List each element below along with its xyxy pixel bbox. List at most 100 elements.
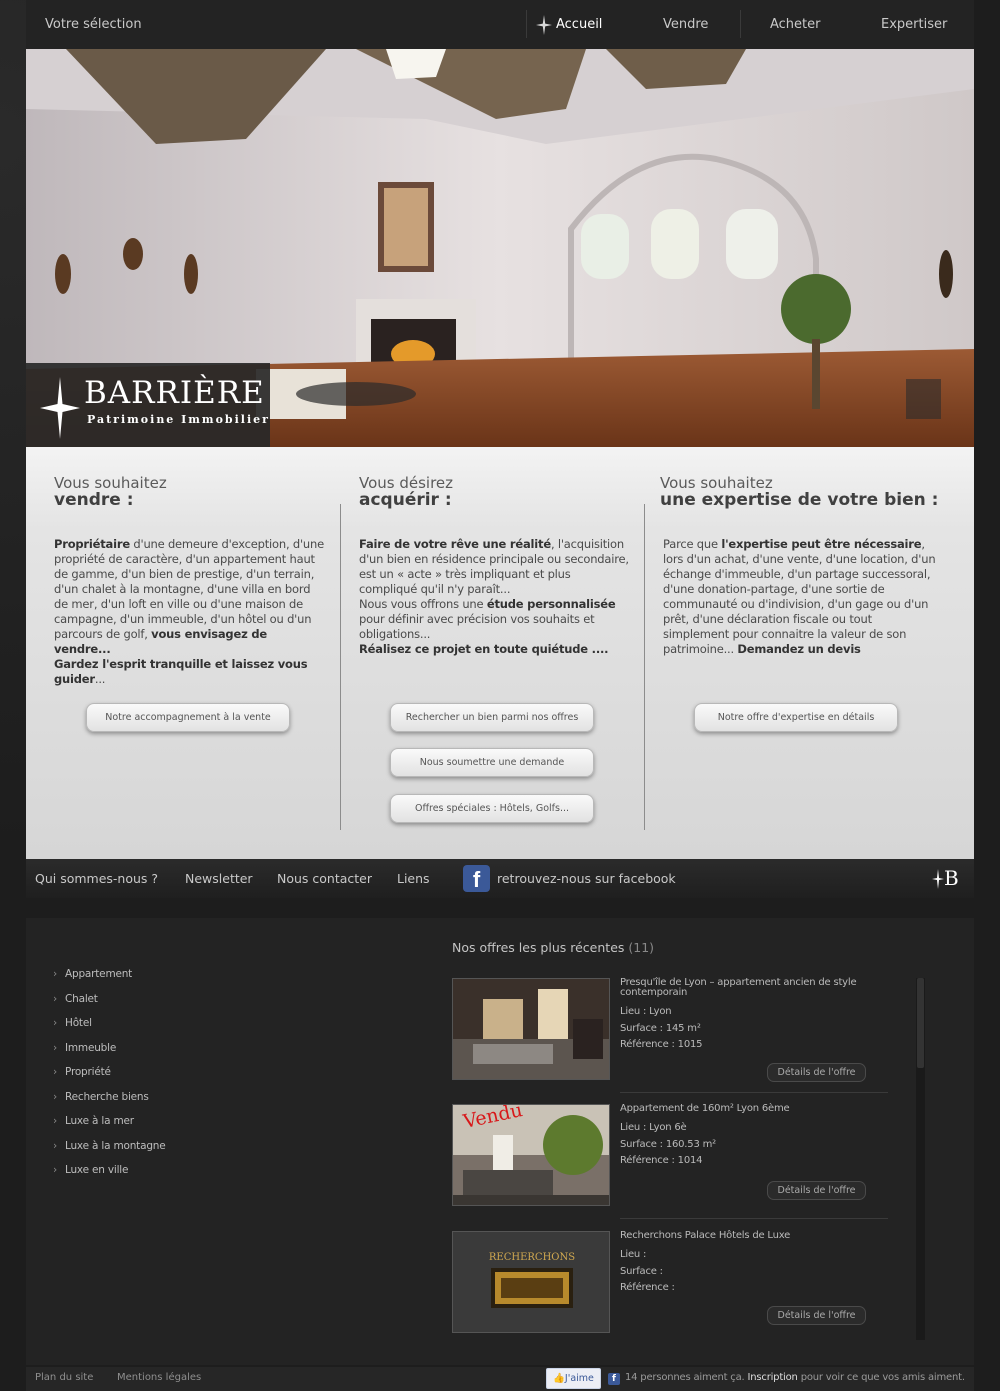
thumbs-up-icon: 👍 xyxy=(553,1373,565,1384)
category-item[interactable]: › Luxe en ville xyxy=(53,1164,166,1189)
nav-qui-sommes-nous[interactable]: Qui sommes-nous ? xyxy=(35,871,158,886)
buy-text-body2: Nous vous offrons une xyxy=(359,597,487,611)
offer-lieu: Lieu : Lyon 6è xyxy=(620,1122,687,1133)
nav-vendre[interactable]: Vendre xyxy=(663,17,708,32)
category-item[interactable]: › Recherche biens xyxy=(53,1091,166,1116)
thumb-caption: RECHERCHONS xyxy=(488,1252,576,1263)
category-list: › Appartement › Chalet › Hôtel › Immeuble › P… xyxy=(53,968,166,1189)
offer-reference: Référence : 1014 xyxy=(620,1155,703,1166)
offer-lieu: Lieu : xyxy=(620,1249,647,1260)
category-label: Appartement xyxy=(65,968,133,980)
chevron-right-icon: › xyxy=(53,1164,57,1176)
category-item[interactable]: › Chalet xyxy=(53,993,166,1018)
sitemap-link[interactable]: Plan du site xyxy=(35,1372,93,1383)
category-item[interactable]: › Hôtel xyxy=(53,1017,166,1042)
like-label: J'aime xyxy=(564,1373,594,1384)
offer-surface: Surface : 160.53 m² xyxy=(620,1138,716,1150)
expertise-column: Vous souhaitez une expertise de votre bie… xyxy=(660,475,940,657)
star-icon xyxy=(536,15,552,39)
offer-item: Presqu'île de Lyon – appartement ancien … xyxy=(452,978,888,1093)
hotel-sign-image xyxy=(491,1268,573,1308)
buy-text-lead: Faire de votre rêve une réalité xyxy=(359,537,551,551)
sell-text-lead: Propriétaire xyxy=(54,537,130,551)
offer-info: Presqu'île de Lyon – appartement ancien … xyxy=(620,978,886,1054)
nav-expertiser[interactable]: Expertiser xyxy=(881,17,947,32)
category-item[interactable]: › Luxe à la mer xyxy=(53,1115,166,1140)
offer-lieu: Lieu : Lyon xyxy=(620,1006,672,1017)
legal-link[interactable]: Mentions légales xyxy=(117,1372,201,1383)
nav-nous-contacter[interactable]: Nous contacter xyxy=(277,871,372,886)
likes-tail: pour voir ce que vos amis aiment. xyxy=(800,1372,965,1383)
nav-accueil[interactable]: Accueil xyxy=(556,17,602,32)
chevron-right-icon: › xyxy=(53,968,57,980)
sell-column: Vous souhaitez vendre : Propriétaire d'un… xyxy=(54,475,324,687)
star-small-icon xyxy=(932,869,944,893)
special-offers-button[interactable]: Offres spéciales : Hôtels, Golfs... xyxy=(390,794,594,823)
column-divider xyxy=(340,504,341,830)
offer-title[interactable]: Recherchons Palace Hôtels de Luxe xyxy=(620,1231,886,1241)
offer-info: Recherchons Palace Hôtels de Luxe Lieu :… xyxy=(620,1231,886,1297)
hero-banner: BARRIÈRE Patrimoine Immobilier xyxy=(26,49,974,447)
brand-logo[interactable]: BARRIÈRE Patrimoine Immobilier xyxy=(26,363,270,447)
sell-heading-bold: vendre : xyxy=(54,490,134,510)
nav-newsletter[interactable]: Newsletter xyxy=(185,871,253,886)
chevron-right-icon: › xyxy=(53,992,57,1005)
facebook-small-icon: f xyxy=(608,1373,620,1385)
sell-accompaniment-button[interactable]: Notre accompagnement à la vente xyxy=(86,703,290,732)
secondary-navigation: Qui sommes-nous ? Newsletter Nous contac… xyxy=(26,859,974,898)
chevron-right-icon: › xyxy=(53,1139,57,1152)
signup-link[interactable]: Inscription xyxy=(748,1372,798,1383)
category-item[interactable]: › Luxe à la montagne xyxy=(53,1140,166,1165)
facebook-link[interactable]: retrouvez-nous sur facebook xyxy=(497,871,676,886)
star-logo-icon xyxy=(40,377,80,443)
buy-column: Vous désirez acquérir : Faire de votre rê… xyxy=(359,475,629,657)
chevron-right-icon: › xyxy=(53,1017,57,1029)
brand-subtitle: Patrimoine Immobilier xyxy=(87,413,270,426)
offer-details-button[interactable]: Détails de l'offre xyxy=(767,1063,866,1082)
offer-thumbnail[interactable]: Vendu xyxy=(452,1104,610,1206)
facebook-icon[interactable]: f xyxy=(463,865,490,892)
buy-text-bold2: Réalisez ce projet en toute quiétude ...… xyxy=(359,642,609,656)
sell-text-body: d'une demeure d'exception, d'une proprié… xyxy=(54,537,324,641)
category-label: Luxe à la mer xyxy=(65,1115,134,1127)
footer: Plan du site Mentions légales 👍J'aime f … xyxy=(26,1367,974,1391)
offer-title[interactable]: Appartement de 160m² Lyon 6ème xyxy=(620,1104,886,1114)
offers-scrollbar[interactable] xyxy=(916,978,925,1340)
votre-selection-link[interactable]: Votre sélection xyxy=(45,17,142,32)
buy-text-bold: étude personnalisée xyxy=(486,597,616,611)
brand-mark: B xyxy=(944,866,959,890)
category-label: Hôtel xyxy=(65,1017,92,1029)
category-item[interactable]: › Immeuble xyxy=(53,1042,166,1067)
submit-request-button[interactable]: Nous soumettre une demande xyxy=(390,748,594,777)
category-item[interactable]: › Propriété xyxy=(53,1066,166,1091)
category-label: Luxe à la montagne xyxy=(65,1139,166,1152)
buy-text-body3: pour définir avec précision vos souhaits… xyxy=(359,612,595,641)
scrollbar-thumb[interactable] xyxy=(917,978,924,1068)
brand-name: BARRIÈRE xyxy=(84,375,265,411)
nav-separator xyxy=(526,10,527,38)
offer-thumbnail[interactable] xyxy=(452,978,610,1080)
category-item[interactable]: › Appartement xyxy=(53,968,166,993)
expertise-text-lead: l'expertise peut être nécessaire xyxy=(721,537,922,551)
search-offers-button[interactable]: Rechercher un bien parmi nos offres xyxy=(390,703,594,732)
nav-separator xyxy=(740,10,741,38)
offer-details-button[interactable]: Détails de l'offre xyxy=(767,1181,866,1200)
offer-details-button[interactable]: Détails de l'offre xyxy=(767,1306,866,1325)
offer-thumbnail[interactable]: RECHERCHONS xyxy=(452,1231,610,1333)
offer-divider xyxy=(620,1218,888,1219)
offers-count: (11) xyxy=(628,940,655,955)
expertise-text-pre: Parce que xyxy=(663,537,722,551)
offer-info: Appartement de 160m² Lyon 6ème Lieu : Ly… xyxy=(620,1104,886,1170)
offer-title[interactable]: Presqu'île de Lyon – appartement ancien … xyxy=(620,978,886,998)
nav-acheter[interactable]: Acheter xyxy=(770,17,821,32)
chevron-right-icon: › xyxy=(53,1041,57,1054)
expertise-devis-text: Demandez un devis xyxy=(737,642,861,656)
buy-heading-bold: acquérir : xyxy=(359,490,452,510)
offers-section: › Appartement › Chalet › Hôtel › Immeuble › P… xyxy=(26,918,974,1365)
category-label: Propriété xyxy=(65,1066,111,1078)
facebook-like-button[interactable]: 👍J'aime xyxy=(546,1368,601,1389)
expertise-details-button[interactable]: Notre offre d'expertise en détails xyxy=(694,703,898,732)
sell-text-end: ... xyxy=(94,672,106,686)
nav-liens[interactable]: Liens xyxy=(397,871,430,886)
offers-heading: Nos offres les plus récentes (11) xyxy=(452,940,654,955)
